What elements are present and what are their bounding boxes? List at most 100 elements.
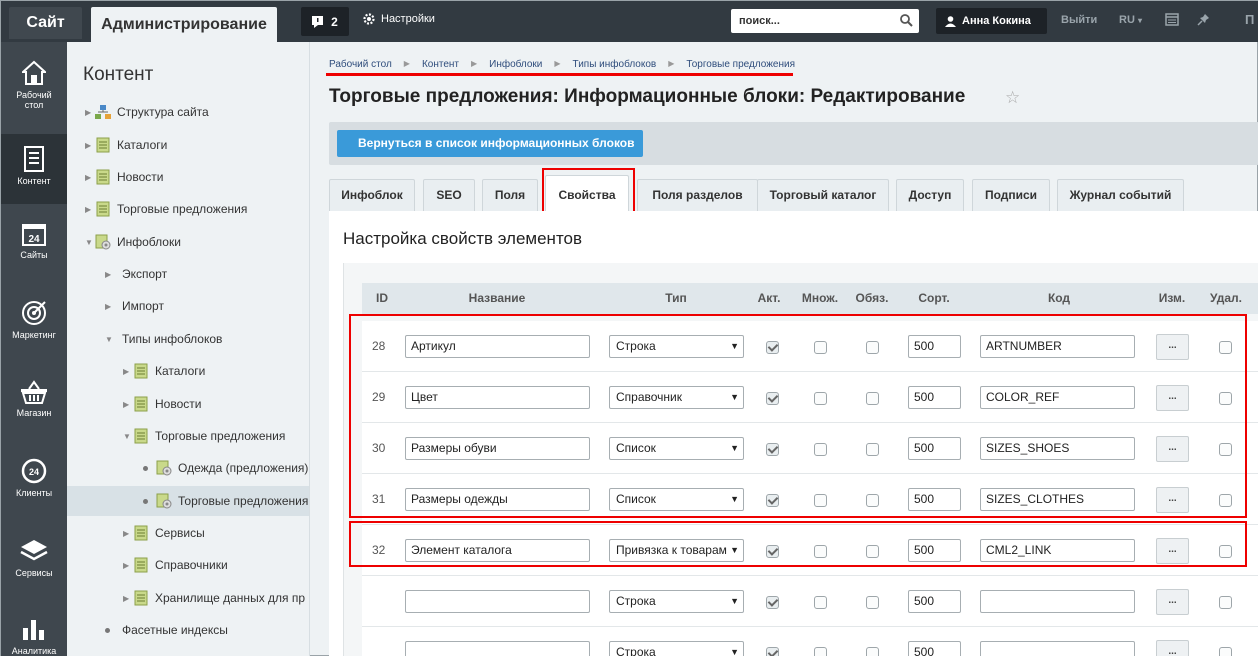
main-content: Рабочий стол ▶ Контент ▶ Инфоблоки ▶ Типы и… — [311, 42, 1258, 656]
tab-infoblock[interactable]: Инфоблок — [329, 179, 415, 211]
calendar-icon: 24 — [22, 224, 46, 246]
breadcrumb-item[interactable]: Рабочий стол — [329, 59, 392, 70]
breadcrumb-item[interactable]: Инфоблоки — [489, 59, 542, 70]
sidebar-item-type-news[interactable]: ▶ Новости — [67, 389, 309, 419]
expand-arrow-icon[interactable]: ▶ — [123, 367, 133, 376]
active-checkbox[interactable] — [766, 596, 779, 609]
expand-arrow-icon[interactable]: ▶ — [105, 302, 115, 311]
language-label: RU — [1119, 14, 1135, 26]
settings-link[interactable]: Настройки — [363, 13, 435, 25]
pin-icon[interactable] — [1197, 13, 1210, 27]
tab-trade-catalog[interactable]: Торговый каталог — [757, 179, 889, 211]
user-button[interactable]: Анна Кокина — [936, 8, 1047, 34]
nav-clients[interactable]: 24 Клиенты — [1, 450, 67, 520]
expand-arrow-icon[interactable]: ▶ — [123, 529, 133, 538]
tab-section-fields[interactable]: Поля разделов — [637, 179, 758, 211]
col-active: Акт. — [757, 291, 781, 305]
nav-analytics[interactable]: Аналитика — [1, 608, 67, 656]
collapse-arrow-icon[interactable]: ▼ — [105, 335, 115, 344]
sidebar-item-site-structure[interactable]: ▶ Структура сайта — [67, 97, 309, 127]
expand-arrow-icon[interactable]: ▶ — [105, 270, 115, 279]
expand-arrow-icon[interactable]: ▶ — [85, 173, 95, 182]
sidebar-item-trade-offers[interactable]: ▶ Торговые предложения — [67, 194, 309, 224]
nav-services-label: Сервисы — [15, 568, 53, 578]
window-icon[interactable] — [1165, 13, 1179, 26]
sort-input[interactable]: 500 — [908, 641, 961, 656]
sidebar-item-type-trade-offers[interactable]: ▼ Торговые предложения — [67, 421, 309, 451]
property-name-input[interactable] — [405, 590, 590, 613]
sidebar-item-catalogs[interactable]: ▶ Каталоги — [67, 130, 309, 160]
nav-services[interactable]: Сервисы — [1, 530, 67, 600]
multiple-checkbox[interactable] — [814, 647, 827, 656]
notifications-button[interactable]: 2 — [301, 7, 349, 36]
sidebar-item-export[interactable]: ▶ Экспорт — [67, 259, 309, 289]
search-icon[interactable] — [900, 14, 913, 27]
infoblock-icon — [96, 169, 110, 185]
sidebar-item-infoblock-types[interactable]: ▼ Типы инфоблоков — [67, 324, 309, 354]
admin-tab[interactable]: Администрирование — [91, 7, 277, 42]
search-box — [731, 9, 919, 33]
required-checkbox[interactable] — [866, 647, 879, 656]
tab-access[interactable]: Доступ — [896, 179, 964, 211]
breadcrumb-item[interactable]: Типы инфоблоков — [573, 59, 657, 70]
sidebar-item-facet-indexes[interactable]: Фасетные индексы — [67, 615, 309, 645]
sitemap-icon — [95, 105, 111, 119]
sidebar-item-infoblocks[interactable]: ▼ Инфоблоки — [67, 227, 309, 257]
delete-checkbox[interactable] — [1219, 596, 1232, 609]
property-type-select[interactable]: Строка ▼ — [609, 641, 744, 656]
infoblock-icon — [134, 428, 148, 444]
multiple-checkbox[interactable] — [814, 596, 827, 609]
tab-captions[interactable]: Подписи — [972, 179, 1050, 211]
nav-sites[interactable]: 24 Сайты — [1, 214, 67, 284]
expand-arrow-icon[interactable]: ▶ — [85, 205, 95, 214]
nav-marketing[interactable]: Маркетинг — [1, 292, 67, 362]
sort-input[interactable]: 500 — [908, 590, 961, 613]
language-select[interactable]: RU ▾ — [1119, 14, 1142, 26]
breadcrumb-item[interactable]: Контент — [422, 59, 459, 70]
clients-icon-text: 24 — [29, 467, 39, 477]
delete-checkbox[interactable] — [1219, 647, 1232, 656]
favorite-star-icon[interactable]: ☆ — [1005, 88, 1020, 108]
nav-desktop[interactable]: Рабочий стол — [1, 52, 67, 122]
property-type-value: Строка — [616, 594, 656, 608]
sidebar-item-trade-offers-selected[interactable]: Торговые предложения — [67, 486, 309, 516]
sidebar-item-type-catalogs[interactable]: ▶ Каталоги — [67, 356, 309, 386]
required-checkbox[interactable] — [866, 596, 879, 609]
site-tab[interactable]: Сайт — [9, 7, 82, 39]
infoblock-icon — [96, 137, 110, 153]
infoblock-icon — [96, 201, 110, 217]
expand-arrow-icon[interactable]: ▶ — [123, 561, 133, 570]
sidebar-item-data-storage[interactable]: ▶ Хранилище данных для пр — [67, 583, 309, 613]
expand-arrow-icon[interactable]: ▶ — [123, 400, 133, 409]
collapse-arrow-icon[interactable]: ▼ — [123, 432, 133, 441]
sidebar-item-services[interactable]: ▶ Сервисы — [67, 518, 309, 548]
expand-arrow-icon[interactable]: ▶ — [85, 108, 95, 117]
search-input[interactable] — [731, 9, 891, 33]
breadcrumb-item[interactable]: Торговые предложения — [686, 59, 795, 70]
sidebar-item-import[interactable]: ▶ Импорт — [67, 291, 309, 321]
nav-content[interactable]: Контент — [1, 134, 67, 204]
collapse-arrow-icon[interactable]: ▼ — [85, 238, 95, 247]
tab-event-log[interactable]: Журнал событий — [1057, 179, 1184, 211]
sidebar-item-clothes-offers[interactable]: Одежда (предложения) — [67, 453, 309, 483]
panel-letter[interactable]: П — [1245, 12, 1254, 27]
tab-fields[interactable]: Поля — [482, 179, 538, 211]
nav-shop[interactable]: Магазин — [1, 372, 67, 442]
tab-seo[interactable]: SEO — [423, 179, 475, 211]
code-input[interactable] — [980, 590, 1135, 613]
active-checkbox[interactable] — [766, 647, 779, 656]
edit-property-button[interactable]: ... — [1156, 640, 1189, 656]
sidebar-item-references[interactable]: ▶ Справочники — [67, 550, 309, 580]
back-to-list-button[interactable]: Вернуться в список информационных блоков — [337, 130, 643, 157]
sidebar-item-news[interactable]: ▶ Новости — [67, 162, 309, 192]
notification-count: 2 — [331, 14, 338, 29]
expand-arrow-icon[interactable]: ▶ — [123, 594, 133, 603]
edit-property-button[interactable]: ... — [1156, 589, 1189, 615]
code-input[interactable] — [980, 641, 1135, 656]
expand-arrow-icon[interactable]: ▶ — [85, 141, 95, 150]
dropdown-arrow-icon: ▼ — [728, 591, 739, 612]
logout-link[interactable]: Выйти — [1061, 14, 1097, 26]
property-type-select[interactable]: Строка ▼ — [609, 590, 744, 613]
basket-icon — [21, 380, 47, 404]
property-name-input[interactable] — [405, 641, 590, 656]
